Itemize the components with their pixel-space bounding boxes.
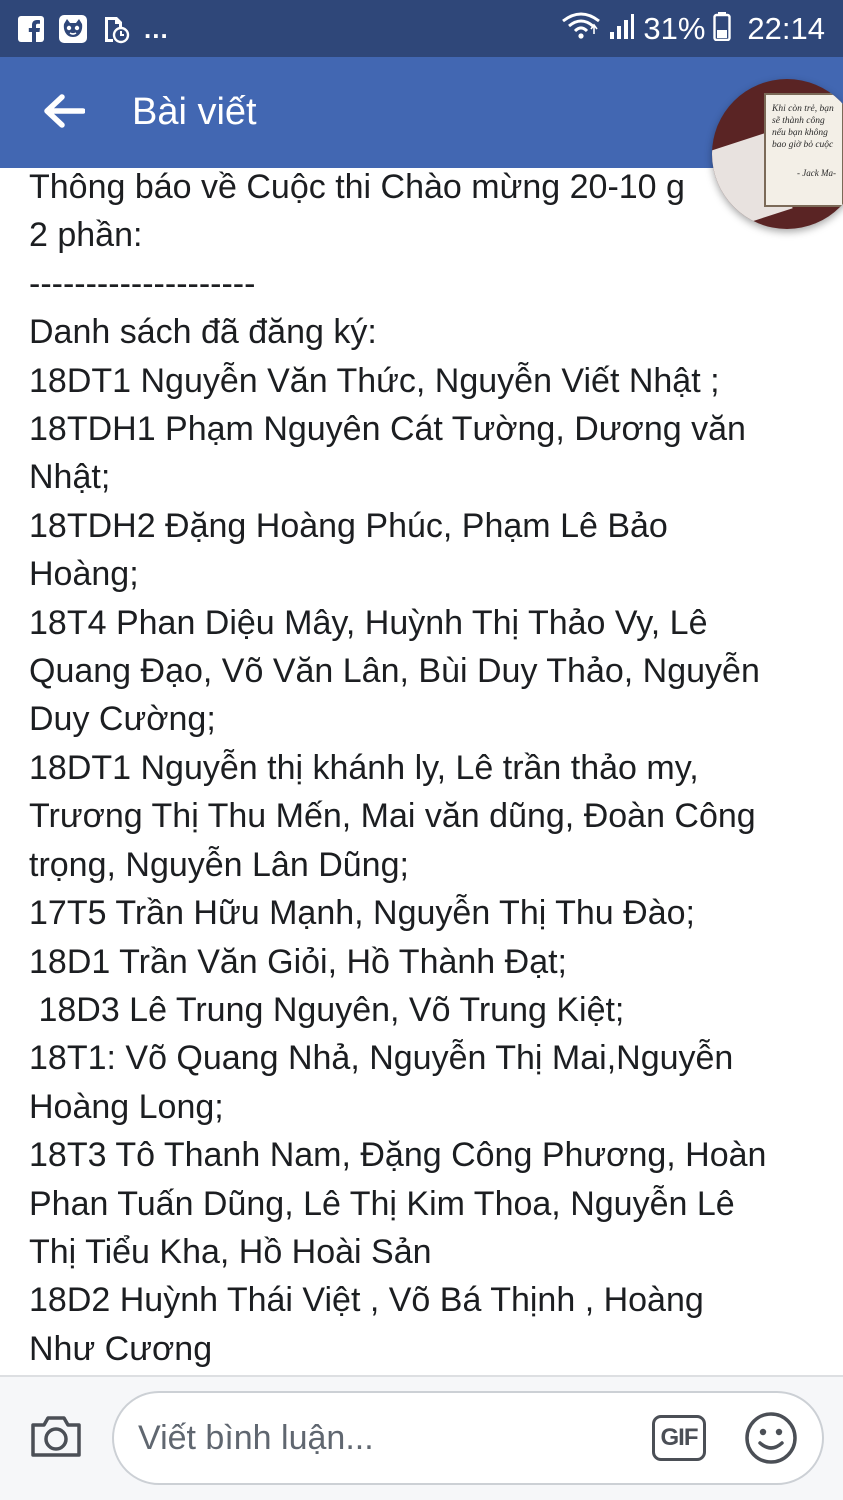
clock-time: 22:14 xyxy=(747,10,825,46)
quote-board: Khi còn trẻ, bạn sẽ thành công nếu bạn k… xyxy=(764,93,843,207)
post-text-line: 2 phần: xyxy=(29,216,143,255)
post-text-line: trọng, Nguyễn Lân Dũng; xyxy=(29,845,409,884)
post-text-line: 18T1: Võ Quang Nhả, Nguyễn Thị Mai,Nguyễ… xyxy=(29,1039,734,1078)
post-text-line: 17T5 Trần Hữu Mạnh, Nguyễn Thị Thu Đào; xyxy=(29,894,695,933)
quote-line: bao giờ bỏ cuộc xyxy=(772,140,834,150)
comment-input[interactable] xyxy=(112,1391,824,1485)
post-text-line: 18D2 Huỳnh Thái Việt , Võ Bá Thịnh , Hoà… xyxy=(29,1281,704,1320)
post-text-line: 18DT1 Nguyễn thị khánh ly, Lê trần thảo … xyxy=(29,748,699,787)
document-clock-icon xyxy=(100,14,130,44)
signal-bars-icon xyxy=(609,12,635,45)
post-content: Thông báo về Cuộc thi Chào mừng 20-10 g 2… xyxy=(29,163,829,1373)
post-text-line: 18TDH2 Đặng Hoàng Phúc, Phạm Lê Bảo xyxy=(29,506,668,545)
emoji-button[interactable] xyxy=(744,1411,798,1470)
cat-face-icon xyxy=(58,14,88,44)
page-title: Bài viết xyxy=(132,91,257,133)
post-text-line: 18T4 Phan Diệu Mây, Huỳnh Thị Thảo Vy, L… xyxy=(29,603,708,642)
post-text-line: 18D1 Trần Văn Giỏi, Hồ Thành Đạt; xyxy=(29,942,568,981)
facebook-icon xyxy=(16,14,46,44)
post-text-line: 18TDH1 Phạm Nguyên Cát Tường, Dương văn xyxy=(29,410,746,449)
quote-line: Khi còn trẻ, bạn xyxy=(772,104,834,114)
post-text-line: Nhật; xyxy=(29,458,111,497)
arrow-left-icon xyxy=(43,93,86,133)
quote-line: sẽ thành công xyxy=(772,116,825,126)
status-bar: ... 31% 22:14 xyxy=(0,0,843,57)
messenger-chat-head[interactable]: Khi còn trẻ, bạn sẽ thành công nếu bạn k… xyxy=(712,79,843,229)
post-text-line: Như Cương xyxy=(29,1329,213,1368)
more-notifications-indicator: ... xyxy=(144,13,169,44)
post-text-line: -------------------- xyxy=(29,264,256,303)
post-text-line: Hoàng Long; xyxy=(29,1087,224,1126)
battery-percent: 31% xyxy=(643,10,706,46)
camera-button[interactable] xyxy=(26,1411,86,1465)
post-text-line: 18T3 Tô Thanh Nam, Đặng Công Phương, Hoà… xyxy=(29,1136,767,1175)
post-text-line: Danh sách đã đăng ký: xyxy=(29,313,377,352)
camera-icon xyxy=(29,1413,83,1464)
post-text-line: 18D3 Lê Trung Nguyên, Võ Trung Kiệt; xyxy=(29,990,625,1029)
back-button[interactable] xyxy=(36,85,92,141)
post-text-line: Phan Tuấn Dũng, Lê Thị Kim Thoa, Nguyễn … xyxy=(29,1184,735,1223)
post-text-line: 18DT1 Nguyễn Văn Thức, Nguyễn Viết Nhật … xyxy=(29,361,720,400)
battery-icon xyxy=(713,11,732,46)
post-text-line: Duy Cường; xyxy=(29,700,216,739)
post-text-line: Quang Đạo, Võ Văn Lân, Bùi Duy Thảo, Ngu… xyxy=(29,652,760,691)
notification-icons: ... xyxy=(16,14,169,44)
quote-author: - Jack Ma- xyxy=(797,168,836,178)
system-status: 31% 22:14 xyxy=(561,0,825,57)
wifi-icon xyxy=(561,11,601,46)
post-text-line: Trương Thị Thu Mến, Mai văn dũng, Đoàn C… xyxy=(29,797,756,836)
post-text-line: Hoàng; xyxy=(29,555,139,594)
quote-line: nếu bạn không xyxy=(772,128,828,138)
smiley-icon xyxy=(744,1411,798,1470)
post-text-line: Thị Tiểu Kha, Hồ Hoài Sản xyxy=(29,1232,432,1271)
post-text-line: Thông báo về Cuộc thi Chào mừng 20-10 g xyxy=(29,168,685,206)
gif-button[interactable]: GIF xyxy=(652,1415,706,1461)
comment-bar: GIF xyxy=(0,1375,843,1500)
